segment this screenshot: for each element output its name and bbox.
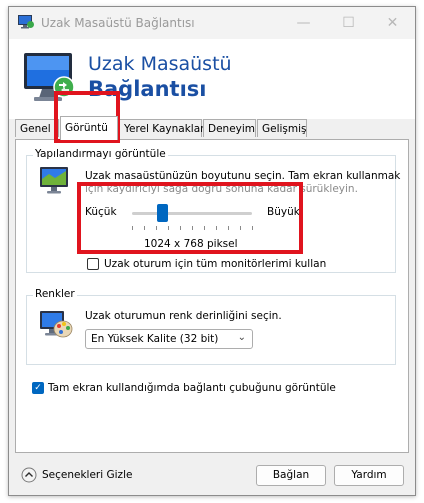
tab-deneyim[interactable]: Deneyim	[203, 119, 256, 137]
highlight-box-resolution-slider	[77, 182, 303, 254]
display-description-line1: Uzak masaüstünüzün boyutunu seçin. Tam e…	[85, 170, 401, 182]
connection-bar-label[interactable]: Tam ekran kullandığımda bağlantı çubuğun…	[48, 382, 336, 394]
tab-goruntu[interactable]: Görüntü	[60, 116, 118, 140]
window-title: Uzak Masaüstü Bağlantısı	[41, 16, 195, 30]
all-monitors-checkbox[interactable]	[87, 258, 99, 270]
color-depth-value: En Yüksek Kalite (32 bit)	[91, 333, 219, 345]
display-monitor-icon	[40, 167, 68, 194]
remote-desktop-window: Uzak Masaüstü Bağlantısı — ☐ ✕ Uzak Masa…	[8, 6, 416, 496]
color-palette-monitor-icon	[40, 311, 73, 338]
colors-group: Renkler Uzak oturumun renk derinliğini s…	[26, 288, 396, 365]
minimize-button[interactable]: —	[281, 7, 326, 39]
tab-gelismis[interactable]: Gelişmiş	[257, 119, 307, 137]
color-depth-select[interactable]: En Yüksek Kalite (32 bit) ⌄	[85, 329, 253, 349]
hide-options-link[interactable]: Seçenekleri Gizle	[42, 469, 132, 481]
display-config-label: Yapılandırmayı görüntüle	[33, 148, 168, 160]
tab-yerel-kaynaklar[interactable]: Yerel Kaynaklar	[119, 119, 204, 137]
connection-bar-checkbox[interactable]: ✓	[32, 382, 44, 394]
maximize-button[interactable]: ☐	[326, 7, 371, 39]
close-button[interactable]: ✕	[370, 7, 415, 39]
help-button[interactable]: Yardım	[334, 465, 404, 486]
header-title-line1: Uzak Masaüstü	[88, 53, 232, 75]
chevron-up-circle-icon[interactable]	[21, 467, 37, 483]
remote-desktop-icon	[18, 15, 34, 29]
connect-button[interactable]: Bağlan	[256, 465, 326, 486]
title-bar: Uzak Masaüstü Bağlantısı — ☐ ✕	[9, 7, 415, 39]
all-monitors-label[interactable]: Uzak oturum için tüm monitörlerimi kulla…	[104, 258, 326, 270]
colors-group-label: Renkler	[33, 288, 77, 300]
colors-description: Uzak oturumun renk derinliğini seçin.	[85, 310, 282, 322]
tab-genel[interactable]: Genel	[15, 119, 59, 137]
chevron-down-icon: ⌄	[237, 332, 246, 343]
